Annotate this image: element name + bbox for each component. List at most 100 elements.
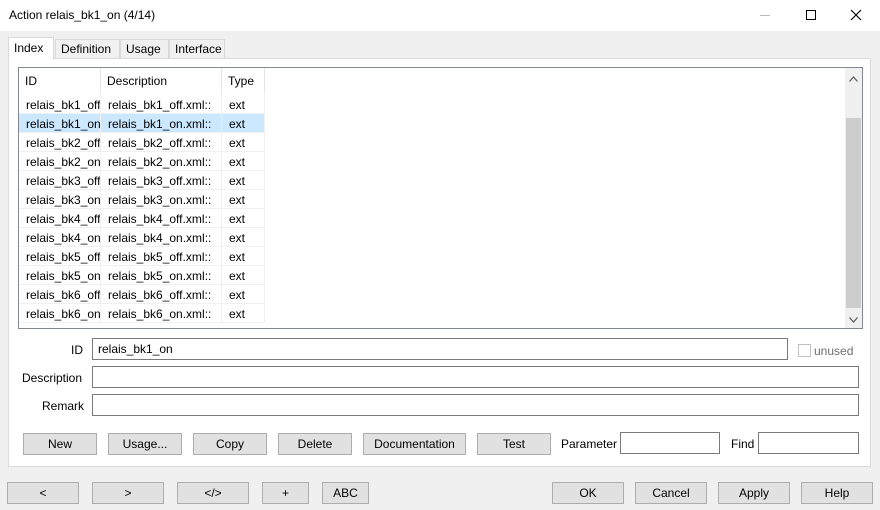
cell-id: relais_bk2_on [19, 152, 101, 171]
table-row[interactable]: relais_bk2_off relais_bk2_off.xml:: ext [19, 133, 265, 152]
cell-id: relais_bk1_on [19, 114, 101, 133]
cell-type: ext [222, 209, 265, 228]
cell-description: relais_bk1_on.xml:: [101, 114, 222, 133]
cell-type: ext [222, 171, 265, 190]
tab-label: Usage [126, 42, 161, 56]
cell-id: relais_bk3_off [19, 171, 101, 190]
parameter-label: Parameter [561, 437, 618, 451]
table-row[interactable]: relais_bk6_on relais_bk6_on.xml:: ext [19, 304, 265, 323]
maximize-icon [806, 10, 816, 20]
minimize-icon [760, 14, 770, 16]
tab-label: Definition [61, 42, 112, 56]
new-button[interactable]: New [23, 433, 97, 455]
help-button[interactable]: Help [801, 482, 873, 504]
id-label: ID [71, 343, 83, 357]
cell-description: relais_bk5_on.xml:: [101, 266, 222, 285]
scroll-up-icon[interactable] [845, 70, 862, 87]
table-row[interactable]: relais_bk5_on relais_bk5_on.xml:: ext [19, 266, 265, 285]
minimize-button[interactable] [742, 0, 788, 30]
cell-type: ext [222, 266, 265, 285]
table-row[interactable]: relais_bk5_off relais_bk5_off.xml:: ext [19, 247, 265, 266]
add-button[interactable]: + [262, 482, 309, 504]
code-button[interactable]: </> [177, 482, 249, 504]
cell-type: ext [222, 114, 265, 133]
tab-label: Index [14, 41, 44, 55]
cell-type: ext [222, 304, 265, 323]
find-field[interactable] [758, 432, 859, 454]
remark-field[interactable] [92, 394, 859, 416]
cancel-button[interactable]: Cancel [635, 482, 707, 504]
previous-button[interactable]: < [7, 482, 79, 504]
apply-button[interactable]: Apply [718, 482, 790, 504]
vertical-scrollbar[interactable] [845, 68, 862, 328]
index-panel: ID Description Type relais_bk1_off relai… [8, 58, 871, 467]
tab-interface[interactable]: Interface [169, 39, 225, 59]
cell-id: relais_bk5_off [19, 247, 101, 266]
column-header-description[interactable]: Description [101, 68, 222, 94]
cell-description: relais_bk5_off.xml:: [101, 247, 222, 266]
cell-description: relais_bk3_off.xml:: [101, 171, 222, 190]
table-row[interactable]: relais_bk3_off relais_bk3_off.xml:: ext [19, 171, 265, 190]
table-row[interactable]: relais_bk6_off relais_bk6_off.xml:: ext [19, 285, 265, 304]
tab-label: Interface [175, 42, 222, 56]
abc-button[interactable]: ABC [322, 482, 369, 504]
cell-id: relais_bk3_on [19, 190, 101, 209]
test-button[interactable]: Test [477, 433, 551, 455]
table-row[interactable]: relais_bk3_on relais_bk3_on.xml:: ext [19, 190, 265, 209]
table-row[interactable]: relais_bk1_off relais_bk1_off.xml:: ext [19, 95, 265, 114]
title-bar: Action relais_bk1_on (4/14) [0, 0, 880, 32]
scroll-down-icon[interactable] [845, 311, 862, 328]
copy-button[interactable]: Copy [193, 433, 267, 455]
description-field[interactable] [92, 366, 859, 388]
action-list[interactable]: ID Description Type relais_bk1_off relai… [18, 67, 863, 329]
maximize-button[interactable] [788, 0, 834, 30]
close-button[interactable] [833, 0, 879, 30]
usage-button[interactable]: Usage... [108, 433, 182, 455]
close-icon [850, 9, 862, 21]
cell-id: relais_bk6_on [19, 304, 101, 323]
description-label: Description [22, 371, 83, 385]
cell-id: relais_bk4_on [19, 228, 101, 247]
table-row[interactable]: relais_bk4_on relais_bk4_on.xml:: ext [19, 228, 265, 247]
cell-id: relais_bk2_off [19, 133, 101, 152]
cell-id: relais_bk4_off [19, 209, 101, 228]
column-header-id[interactable]: ID [19, 68, 101, 94]
unused-checkbox[interactable] [798, 344, 811, 357]
documentation-button[interactable]: Documentation [363, 433, 466, 455]
cell-description: relais_bk6_on.xml:: [101, 304, 222, 323]
scroll-thumb[interactable] [846, 118, 861, 308]
next-button[interactable]: > [92, 482, 164, 504]
cell-type: ext [222, 285, 265, 304]
cell-description: relais_bk6_off.xml:: [101, 285, 222, 304]
unused-label: unused [814, 344, 854, 358]
cell-type: ext [222, 133, 265, 152]
cell-type: ext [222, 152, 265, 171]
remark-label: Remark [42, 399, 85, 413]
tab-definition[interactable]: Definition [55, 39, 120, 59]
table-row-selected[interactable]: relais_bk1_on relais_bk1_on.xml:: ext [19, 114, 265, 133]
tab-index[interactable]: Index [8, 37, 54, 60]
cell-description: relais_bk3_on.xml:: [101, 190, 222, 209]
table-row[interactable]: relais_bk4_off relais_bk4_off.xml:: ext [19, 209, 265, 228]
find-label: Find [731, 437, 755, 451]
parameter-field[interactable] [620, 432, 720, 454]
cell-id: relais_bk1_off [19, 95, 101, 114]
cell-type: ext [222, 247, 265, 266]
id-field[interactable] [92, 338, 788, 360]
cell-description: relais_bk1_off.xml:: [101, 95, 222, 114]
tab-usage[interactable]: Usage [120, 39, 169, 59]
window-title: Action relais_bk1_on (4/14) [9, 8, 156, 22]
cell-id: relais_bk6_off [19, 285, 101, 304]
delete-button[interactable]: Delete [278, 433, 352, 455]
cell-type: ext [222, 228, 265, 247]
cell-description: relais_bk4_off.xml:: [101, 209, 222, 228]
ok-button[interactable]: OK [552, 482, 624, 504]
table-header: ID Description Type [19, 68, 845, 94]
cell-id: relais_bk5_on [19, 266, 101, 285]
column-header-type[interactable]: Type [222, 68, 265, 94]
table-row[interactable]: relais_bk2_on relais_bk2_on.xml:: ext [19, 152, 265, 171]
cell-description: relais_bk2_on.xml:: [101, 152, 222, 171]
cell-description: relais_bk4_on.xml:: [101, 228, 222, 247]
cell-type: ext [222, 95, 265, 114]
cell-description: relais_bk2_off.xml:: [101, 133, 222, 152]
